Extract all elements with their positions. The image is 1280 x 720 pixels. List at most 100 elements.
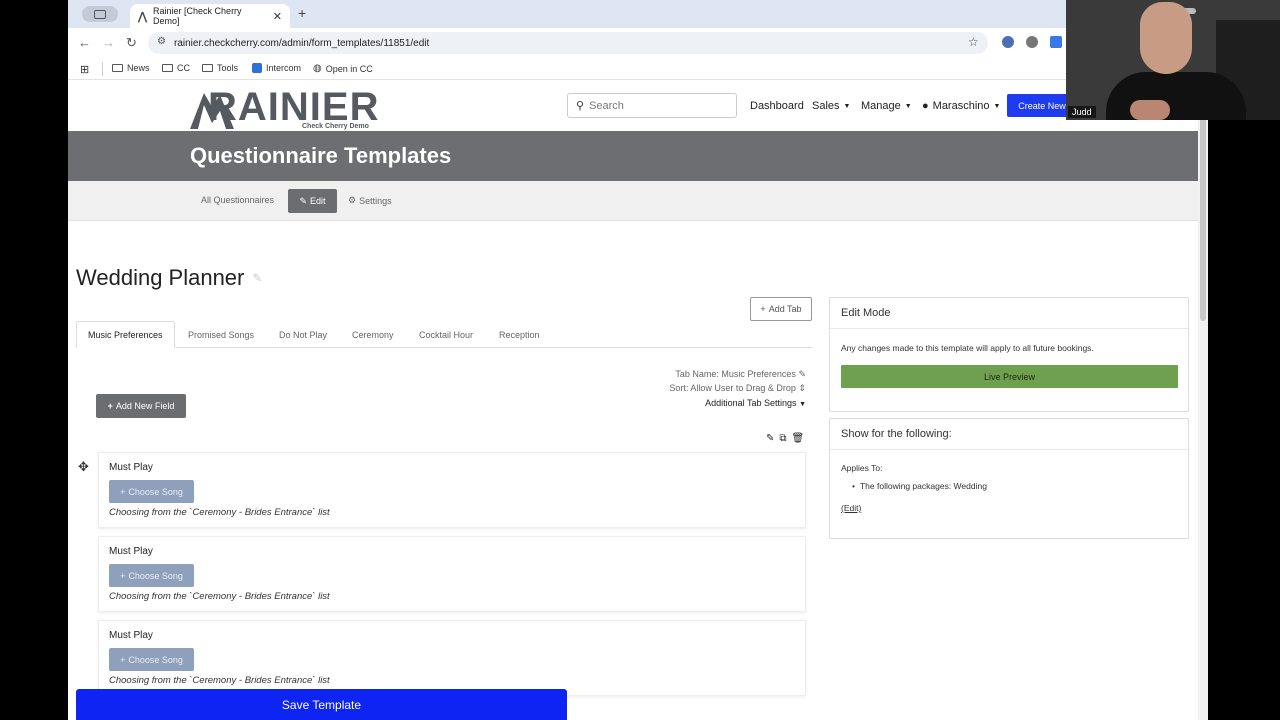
tab-ceremony[interactable]: Ceremony — [341, 321, 405, 348]
bookmark-star-icon[interactable]: ☆ — [968, 35, 979, 49]
address-bar[interactable]: ⚙ rainier.checkcherry.com/admin/form_tem… — [148, 32, 988, 54]
folder-icon — [162, 64, 173, 72]
field-title: Must Play — [109, 462, 153, 473]
field-title: Must Play — [109, 630, 153, 641]
show-for-panel: Show for the following: Applies To: • The… — [829, 418, 1189, 539]
tab-reception[interactable]: Reception — [488, 321, 551, 348]
choose-song-button[interactable]: + Choose Song — [109, 648, 194, 671]
folder-icon — [202, 64, 213, 72]
wordpress-extension-icon[interactable] — [1026, 36, 1038, 48]
choose-song-button[interactable]: + Choose Song — [109, 480, 194, 503]
search-input[interactable]: ⚲ Search — [567, 93, 737, 118]
tag-extension-icon[interactable] — [1050, 36, 1062, 48]
back-icon[interactable]: ← — [78, 35, 91, 50]
sort-setting[interactable]: Sort: Allow User to Drag & Drop ⇕ — [669, 383, 806, 394]
pencil-icon[interactable]: ✎ — [766, 433, 774, 444]
page-title: Questionnaire Templates — [190, 143, 452, 168]
apps-grid-icon[interactable]: ⊞ — [80, 63, 89, 76]
chevron-down-icon: ▼ — [904, 102, 912, 110]
plus-icon: + — [120, 570, 126, 581]
additional-tab-settings[interactable]: Additional Tab Settings ▼ — [705, 398, 806, 408]
sub-navigation: All Questionnaires ✎ Edit ⚙ Settings — [68, 181, 1198, 221]
edit-tab-button[interactable]: ✎ Edit — [288, 189, 337, 213]
plus-icon: + — [760, 304, 766, 314]
field-tools: ✎ ⧉ 🗑 — [766, 433, 804, 444]
choose-song-button[interactable]: + Choose Song — [109, 564, 194, 587]
field-title: Must Play — [109, 546, 153, 557]
browser-tab-title: Rainier [Check Cherry Demo] — [153, 6, 242, 26]
tab-groups-icon[interactable] — [82, 6, 118, 22]
plus-icon: + — [120, 654, 126, 665]
plus-icon: + — [107, 401, 113, 411]
forward-icon[interactable]: → — [102, 35, 115, 50]
all-questionnaires-link[interactable]: All Questionnaires — [201, 195, 274, 205]
gear-icon: ⚙ — [348, 195, 357, 205]
panel-divider — [830, 449, 1188, 450]
copy-icon[interactable]: ⧉ — [779, 433, 786, 444]
edit-applies-link[interactable]: (Edit) — [841, 503, 861, 513]
close-tab-icon[interactable]: ✕ — [273, 10, 282, 23]
page-scrollbar[interactable] — [1198, 81, 1208, 720]
field-note: Choosing from the `Ceremony - Brides Ent… — [109, 507, 330, 518]
tab-do-not-play[interactable]: Do Not Play — [268, 321, 338, 348]
reload-icon[interactable]: ↻ — [126, 35, 137, 51]
bookmark-tools[interactable]: Tools — [202, 63, 238, 73]
url-text: rainier.checkcherry.com/admin/form_templ… — [174, 37, 430, 49]
intercom-icon — [252, 63, 262, 73]
tab-music-preferences[interactable]: Music Preferences — [76, 321, 175, 348]
tab-promised-songs[interactable]: Promised Songs — [177, 321, 265, 348]
page-content: RAINIER Check Cherry Demo ⚲ Search Dashb… — [68, 81, 1198, 720]
globe-icon: ◍ — [313, 63, 322, 74]
folder-icon — [112, 64, 123, 72]
person-hand — [1130, 100, 1170, 120]
field-note: Choosing from the `Ceremony - Brides Ent… — [109, 675, 330, 686]
template-name: Wedding Planner ✎ — [76, 265, 263, 290]
extension-icon[interactable] — [1002, 36, 1014, 48]
questionnaire-tabs: Music Preferences Promised Songs Do Not … — [76, 321, 812, 348]
browser-tab[interactable]: ⋀ Rainier [Check Cherry Demo] ✕ — [130, 4, 290, 28]
chevron-down-icon: ▼ — [993, 102, 1001, 110]
tab-cocktail-hour[interactable]: Cocktail Hour — [408, 321, 484, 348]
rainier-logo[interactable]: RAINIER Check Cherry Demo — [190, 87, 380, 130]
bookmarks-bar: ⊞ News CC Tools Intercom ◍ Open in CC — [68, 58, 1208, 80]
chevron-down-icon: ▼ — [799, 401, 806, 408]
add-tab-button[interactable]: + Add Tab — [750, 297, 812, 321]
bookmark-news[interactable]: News — [112, 63, 150, 73]
tab-strip: ⋀ Rainier [Check Cherry Demo] ✕ + — [68, 0, 1208, 28]
user-circle-icon: ● — [922, 100, 929, 112]
new-tab-button[interactable]: + — [298, 5, 306, 21]
search-placeholder: Search — [589, 99, 624, 112]
scrollbar-thumb[interactable] — [1200, 111, 1206, 321]
show-for-title: Show for the following: — [841, 428, 952, 440]
settings-link[interactable]: ⚙ Settings — [348, 195, 392, 206]
bookmark-cc[interactable]: CC — [162, 63, 190, 73]
tab-name-setting[interactable]: Tab Name: Music Preferences ✎ — [675, 369, 806, 380]
address-row: ← → ↻ ⚙ rainier.checkcherry.com/admin/fo… — [68, 28, 1208, 58]
edit-mode-text: Any changes made to this template will a… — [841, 343, 1094, 353]
site-info-icon[interactable]: ⚙ — [157, 36, 166, 47]
bookmark-intercom[interactable]: Intercom — [252, 63, 301, 73]
logo-subtitle: Check Cherry Demo — [302, 123, 369, 130]
nav-user[interactable]: ● Maraschino ▼ — [922, 100, 1000, 112]
field-card: Must Play + Choose Song Choosing from the… — [98, 536, 806, 612]
nav-manage[interactable]: Manage ▼ — [861, 100, 912, 112]
live-preview-button[interactable]: Live Preview — [841, 365, 1178, 388]
browser-window: ⋀ Rainier [Check Cherry Demo] ✕ + ← → ↻ … — [68, 0, 1208, 720]
nav-sales[interactable]: Sales ▼ — [812, 100, 850, 112]
save-template-button[interactable]: Save Template — [76, 689, 567, 720]
participant-name: Judd — [1068, 106, 1096, 118]
panel-divider — [830, 328, 1188, 329]
bookmarks-divider — [102, 62, 103, 76]
webcam-overlay: Judd — [1066, 0, 1280, 120]
person-head — [1140, 2, 1192, 74]
screen: ⋀ Rainier [Check Cherry Demo] ✕ + ← → ↻ … — [0, 0, 1280, 720]
nav-dashboard[interactable]: Dashboard — [750, 100, 804, 112]
add-new-field-button[interactable]: + Add New Field — [96, 394, 186, 418]
pencil-icon: ✎ — [299, 195, 308, 206]
applies-to-item: • The following packages: Wedding — [852, 481, 987, 491]
bookmark-open-in-cc[interactable]: ◍ Open in CC — [313, 63, 373, 74]
drag-move-icon[interactable]: ✥ — [78, 459, 89, 475]
trash-icon[interactable]: 🗑 — [792, 433, 805, 444]
site-favicon-icon: ⋀ — [138, 10, 148, 23]
edit-name-icon[interactable]: ✎ — [252, 271, 262, 285]
